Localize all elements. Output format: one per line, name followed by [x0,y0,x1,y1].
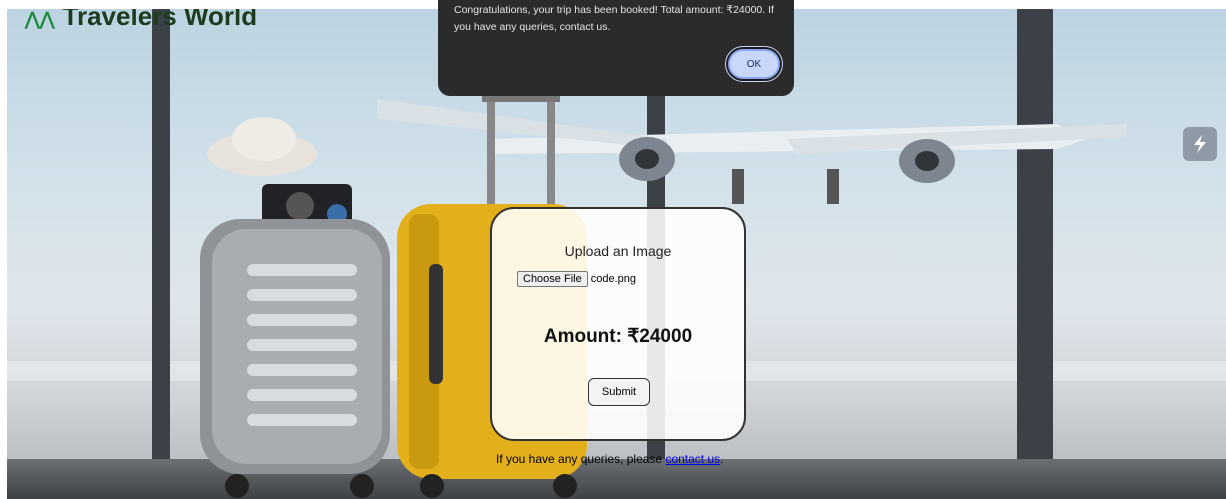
footer-text: If you have any queries, please [496,452,666,466]
selected-file-name: code.png [590,273,636,285]
lightning-icon [1194,135,1206,153]
choose-file-button[interactable]: Choose File [517,271,588,287]
window-frame [152,9,170,499]
leaf-icon: ⋀⋀ [25,9,55,29]
ok-button[interactable]: OK [728,49,780,79]
submit-button[interactable]: Submit [588,378,650,406]
brand-logo[interactable]: ⋀⋀ Travelers World [25,9,257,32]
footer-note: If you have any queries, please contact … [496,452,724,466]
alert-dialog: Congratulations, your trip has been book… [438,0,794,96]
side-widget-button[interactable] [1183,127,1217,161]
silver-suitcase-illustration [200,117,390,498]
footer-suffix: . [720,452,724,466]
brand-name: Travelers World [62,9,258,31]
contact-us-link[interactable]: contact us [665,452,720,466]
upload-card: Upload an Image Choose File code.png Amo… [490,207,746,441]
amount-label: Amount: ₹24000 [543,326,693,347]
upload-title: Upload an Image [564,243,672,259]
file-input[interactable]: Choose File code.png [517,271,636,287]
alert-message: Congratulations, your trip has been book… [454,4,774,33]
